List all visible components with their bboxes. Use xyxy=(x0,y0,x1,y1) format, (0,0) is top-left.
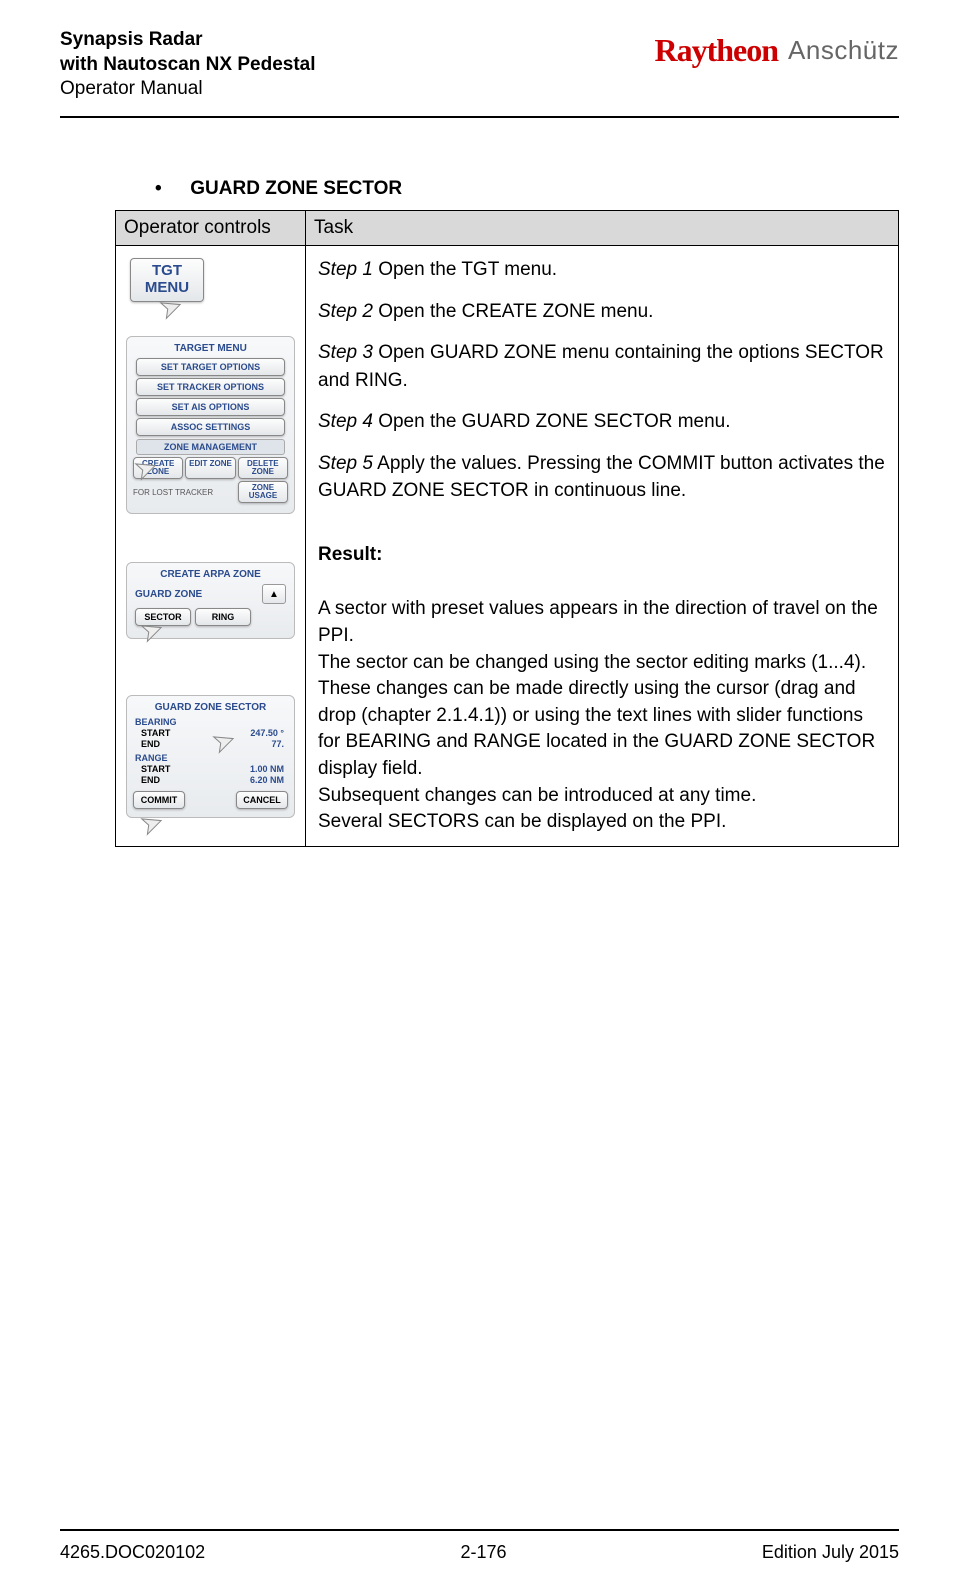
bullet-icon: • xyxy=(155,178,185,200)
step-4-label: Step 4 xyxy=(318,411,373,432)
zone-usage-button[interactable]: ZONE USAGE xyxy=(238,481,288,503)
operator-controls-cell: TGT MENU ➤ TARGET MENU SET TARGET OPTION… xyxy=(116,246,306,847)
guard-zone-sector-title: GUARD ZONE SECTOR xyxy=(131,702,290,713)
result-p3: These changes can be made directly using… xyxy=(318,676,886,782)
cursor-icon: ➤ xyxy=(136,805,167,842)
step-1-label: Step 1 xyxy=(318,259,373,280)
header-line-2: with Nautoscan NX Pedestal xyxy=(60,53,316,78)
delete-zone-button[interactable]: DELETE ZONE xyxy=(238,457,288,479)
result-label: Result: xyxy=(318,541,886,569)
col-task: Task xyxy=(306,211,899,246)
header-brand: Raytheon Anschütz xyxy=(654,32,899,69)
collapse-up-button[interactable]: ▲ xyxy=(262,584,286,604)
section-heading-text: GUARD ZONE SECTOR xyxy=(190,178,402,199)
page-footer: 4265.DOC020102 2-176 Edition July 2015 xyxy=(60,1542,899,1563)
procedure-table: Operator controls Task TGT MENU ➤ TARGET… xyxy=(115,210,899,847)
bearing-start-value[interactable]: 247.50 ° xyxy=(250,728,284,738)
triangle-up-icon: ▲ xyxy=(269,589,279,600)
set-ais-options-button[interactable]: SET AIS OPTIONS xyxy=(136,398,285,416)
for-lost-tracker-label: FOR LOST TRACKER xyxy=(133,488,236,497)
step-3: Step 3 Open GUARD ZONE menu containing t… xyxy=(318,339,886,394)
create-arpa-zone-panel: CREATE ARPA ZONE GUARD ZONE ▲ SECTOR RIN… xyxy=(126,562,295,639)
guard-zone-label: GUARD ZONE xyxy=(135,589,202,600)
step-4-text: Open the GUARD ZONE SECTOR menu. xyxy=(373,411,731,432)
brand-raytheon: Raytheon xyxy=(654,32,778,69)
create-arpa-zone-title: CREATE ARPA ZONE xyxy=(131,569,290,580)
zone-management-label: ZONE MANAGEMENT xyxy=(136,439,285,455)
footer-edition: Edition July 2015 xyxy=(762,1542,899,1563)
page-header: Synapsis Radar with Nautoscan NX Pedesta… xyxy=(60,28,899,102)
task-cell: Step 1 Open the TGT menu. Step 2 Open th… xyxy=(306,246,899,847)
header-line-3: Operator Manual xyxy=(60,77,316,102)
section-heading: • GUARD ZONE SECTOR xyxy=(155,178,899,200)
bearing-label: BEARING xyxy=(135,717,290,727)
result-p2: The sector can be changed using the sect… xyxy=(318,650,886,677)
step-3-text: Open GUARD ZONE menu containing the opti… xyxy=(318,342,884,391)
range-end-value[interactable]: 6.20 NM xyxy=(250,775,284,785)
assoc-settings-button[interactable]: ASSOC SETTINGS xyxy=(136,418,285,436)
col-operator-controls: Operator controls xyxy=(116,211,306,246)
step-5: Step 5 Apply the values. Pressing the CO… xyxy=(318,450,886,505)
edit-zone-button[interactable]: EDIT ZONE xyxy=(185,457,235,479)
header-rule xyxy=(60,116,899,118)
footer-page-number: 2-176 xyxy=(460,1542,506,1563)
ring-button[interactable]: RING xyxy=(195,608,251,626)
step-5-text: Apply the values. Pressing the COMMIT bu… xyxy=(318,453,885,502)
brand-anschutz: Anschütz xyxy=(788,35,899,66)
commit-button[interactable]: COMMIT xyxy=(133,791,185,809)
step-2: Step 2 Open the CREATE ZONE menu. xyxy=(318,298,886,326)
step-1-text: Open the TGT menu. xyxy=(373,259,557,280)
step-4: Step 4 Open the GUARD ZONE SECTOR menu. xyxy=(318,408,886,436)
target-menu-title: TARGET MENU xyxy=(131,343,290,354)
footer-rule xyxy=(60,1529,899,1531)
guard-zone-sector-panel: GUARD ZONE SECTOR BEARING START247.50 ° … xyxy=(126,695,295,818)
result-p5: Several SECTORS can be displayed on the … xyxy=(318,809,886,836)
result-body: A sector with preset values appears in t… xyxy=(318,596,886,835)
set-tracker-options-button[interactable]: SET TRACKER OPTIONS xyxy=(136,378,285,396)
step-2-label: Step 2 xyxy=(318,301,373,322)
step-5-label: Step 5 xyxy=(318,453,373,474)
step-1: Step 1 Open the TGT menu. xyxy=(318,256,886,284)
set-target-options-button[interactable]: SET TARGET OPTIONS xyxy=(136,358,285,376)
result-p1: A sector with preset values appears in t… xyxy=(318,596,886,649)
header-line-1: Synapsis Radar xyxy=(60,28,316,53)
step-2-text: Open the CREATE ZONE menu. xyxy=(373,301,654,322)
header-title-block: Synapsis Radar with Nautoscan NX Pedesta… xyxy=(60,28,316,102)
target-menu-panel: TARGET MENU SET TARGET OPTIONS SET TRACK… xyxy=(126,336,295,514)
range-label: RANGE xyxy=(135,753,290,763)
range-start-label: START xyxy=(141,764,170,774)
result-p4: Subsequent changes can be introduced at … xyxy=(318,783,886,810)
bearing-end-value[interactable]: 77. xyxy=(271,739,284,749)
range-start-value[interactable]: 1.00 NM xyxy=(250,764,284,774)
cancel-button[interactable]: CANCEL xyxy=(236,791,288,809)
footer-doc-id: 4265.DOC020102 xyxy=(60,1542,205,1563)
step-3-label: Step 3 xyxy=(318,342,373,363)
bearing-start-label: START xyxy=(141,728,170,738)
range-end-label: END xyxy=(141,775,160,785)
bearing-end-label: END xyxy=(141,739,160,749)
